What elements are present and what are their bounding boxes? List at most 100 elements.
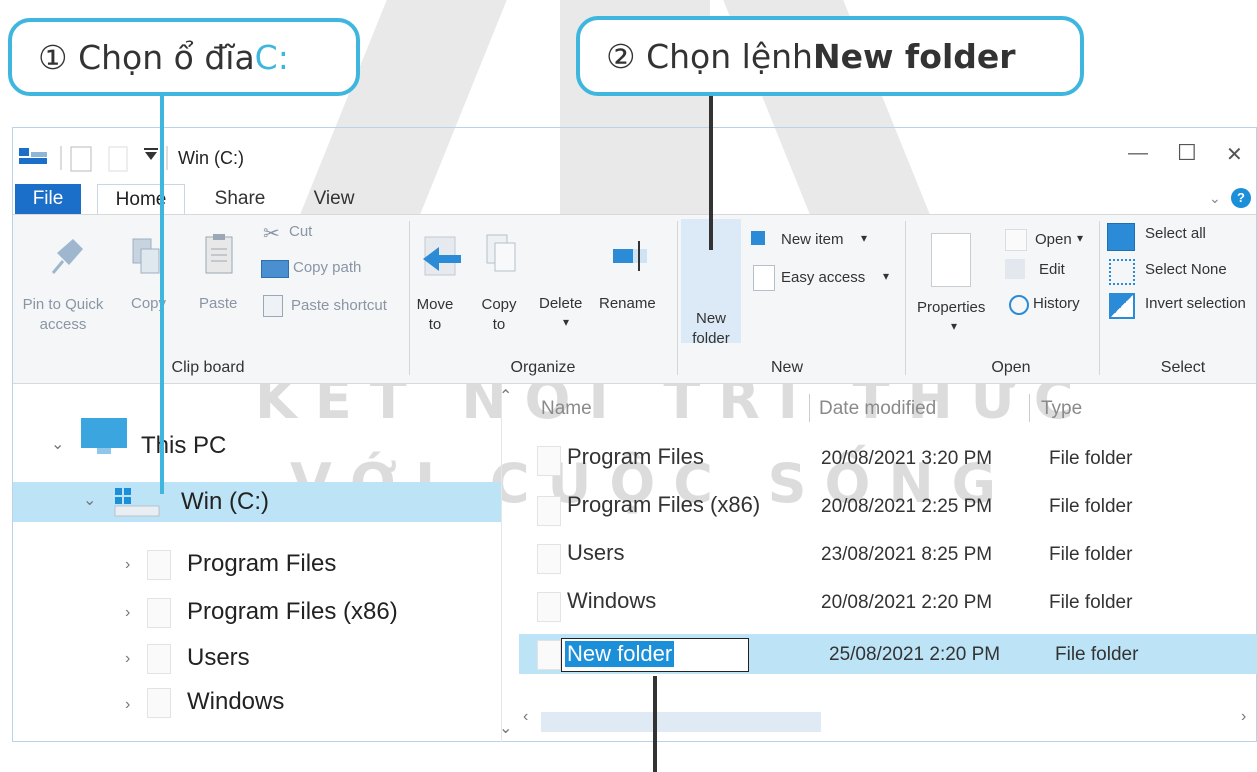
chevron-right-icon[interactable]: ›	[125, 650, 130, 668]
folder-icon	[537, 496, 561, 526]
copy-to-icon	[486, 234, 516, 272]
close-button[interactable]: ✕	[1226, 142, 1243, 167]
paste-button[interactable]: Paste	[199, 295, 237, 312]
explorer-window: Win (C:) — ☐ ✕ File Home Share View ⌄ ? …	[12, 127, 1257, 742]
chevron-down-icon[interactable]: ⌄	[83, 490, 96, 510]
rename-input-text: New folder	[565, 641, 675, 667]
paste-shortcut-button[interactable]: Paste shortcut	[291, 297, 387, 314]
drive-icon	[114, 488, 160, 517]
rename-button[interactable]: Rename	[599, 295, 656, 312]
new-item-button[interactable]: New item	[781, 231, 844, 248]
file-name[interactable]: Windows	[567, 588, 656, 614]
column-header-type[interactable]: Type	[1041, 398, 1082, 420]
tab-file[interactable]: File	[15, 184, 81, 214]
tree-item-this-pc[interactable]: This PC	[141, 432, 226, 460]
open-button[interactable]: Open	[1035, 231, 1072, 248]
folder-icon	[537, 446, 561, 476]
copy-path-icon	[261, 260, 289, 278]
quick-access-toolbar-icon[interactable]	[17, 142, 177, 174]
copy-icon	[132, 238, 160, 274]
file-type: File folder	[1055, 644, 1139, 665]
cut-button[interactable]: Cut	[289, 223, 312, 240]
file-type: File folder	[1049, 592, 1133, 613]
tree-item-folder[interactable]: Users	[187, 644, 250, 672]
file-list: Name Date modified Type Program Files 20…	[519, 382, 1257, 742]
column-header-name[interactable]: Name	[541, 398, 592, 420]
step-2-command: New folder	[812, 36, 1016, 76]
tree-item-folder[interactable]: Program Files (x86)	[187, 598, 398, 626]
edit-button[interactable]: Edit	[1039, 261, 1065, 278]
chevron-right-icon[interactable]: ›	[125, 696, 130, 714]
step-2-number: ②	[606, 36, 636, 76]
move-to-button[interactable]: Move to	[413, 295, 457, 335]
scroll-down-icon[interactable]: ⌄	[499, 718, 512, 738]
help-icon[interactable]: ?	[1231, 188, 1251, 208]
chevron-right-icon[interactable]: ›	[125, 604, 130, 622]
scroll-left-icon[interactable]: ‹	[523, 708, 528, 726]
file-date: 20/08/2021 2:25 PM	[821, 496, 993, 517]
file-date: 20/08/2021 3:20 PM	[821, 448, 993, 469]
step-2-text: Chọn lệnh	[646, 36, 813, 76]
callout1-connector	[160, 74, 164, 494]
tree-item-drive-c[interactable]: Win (C:)	[181, 488, 269, 516]
callout3-connector	[653, 676, 657, 772]
history-button[interactable]: History	[1033, 295, 1080, 312]
ribbon-separator	[677, 221, 678, 375]
tree-item-folder[interactable]: Windows	[187, 688, 284, 716]
file-type: File folder	[1049, 496, 1133, 517]
folder-icon	[147, 550, 171, 580]
horizontal-scrollbar[interactable]	[541, 712, 821, 732]
group-label-clipboard: Clip board	[171, 359, 245, 376]
file-date: 25/08/2021 2:20 PM	[829, 644, 1001, 665]
delete-button[interactable]: Delete	[539, 295, 582, 312]
pin-to-quick-access-button[interactable]: Pin to Quick access	[17, 295, 109, 335]
navigation-pane: ⌄ This PC ⌄ Win (C:) › Program Files › P…	[13, 382, 512, 742]
step-1-callout: ① Chọn ổ đĩa C:	[8, 18, 360, 96]
properties-icon	[931, 233, 971, 287]
chevron-down-icon[interactable]: ⌄	[51, 434, 64, 454]
minimize-button[interactable]: —	[1128, 142, 1148, 165]
invert-selection-button[interactable]: Invert selection	[1145, 295, 1246, 312]
file-type: File folder	[1049, 448, 1133, 469]
ribbon-separator	[1099, 221, 1100, 375]
select-all-button[interactable]: Select all	[1145, 225, 1206, 242]
callout2-connector	[709, 94, 713, 250]
scroll-right-icon[interactable]: ›	[1241, 708, 1246, 726]
folder-icon	[537, 544, 561, 574]
chevron-right-icon[interactable]: ›	[125, 556, 130, 574]
tree-item-folder[interactable]: Program Files	[187, 550, 336, 578]
properties-button[interactable]: Properties	[917, 299, 985, 316]
maximize-button[interactable]: ☐	[1177, 140, 1197, 166]
tab-home[interactable]: Home	[97, 184, 185, 215]
chevron-down-icon: ▾	[1077, 231, 1084, 245]
copy-to-button[interactable]: Copy to	[479, 295, 519, 335]
copy-path-button[interactable]: Copy path	[293, 259, 361, 276]
this-pc-icon	[81, 418, 127, 454]
tab-view[interactable]: View	[301, 184, 367, 214]
column-header-date[interactable]: Date modified	[819, 398, 936, 420]
column-divider	[1029, 394, 1030, 422]
chevron-down-icon[interactable]: ⌄	[1209, 190, 1221, 207]
folder-icon	[147, 688, 171, 718]
select-all-icon	[1107, 223, 1135, 251]
ribbon-separator	[905, 221, 906, 375]
history-icon	[1009, 295, 1029, 315]
chevron-down-icon: ▾	[951, 319, 958, 333]
tab-share[interactable]: Share	[205, 184, 275, 214]
column-divider	[809, 394, 810, 422]
rename-input[interactable]: New folder	[561, 638, 749, 672]
paste-shortcut-icon	[263, 295, 283, 317]
cut-icon: ✂	[263, 223, 280, 245]
easy-access-icon	[753, 265, 775, 291]
select-none-button[interactable]: Select None	[1145, 261, 1227, 278]
scroll-up-icon[interactable]: ⌃	[499, 386, 512, 406]
group-label-open: Open	[991, 359, 1031, 376]
file-name[interactable]: Program Files	[567, 444, 704, 470]
file-name[interactable]: Users	[567, 540, 624, 566]
file-name[interactable]: Program Files (x86)	[567, 492, 760, 518]
easy-access-button[interactable]: Easy access	[781, 269, 865, 286]
ribbon-tabs: File Home Share View ⌄ ?	[13, 180, 1256, 216]
chevron-down-icon: ▾	[883, 269, 890, 283]
folder-icon	[147, 598, 171, 628]
step-1-number: ①	[38, 37, 68, 77]
